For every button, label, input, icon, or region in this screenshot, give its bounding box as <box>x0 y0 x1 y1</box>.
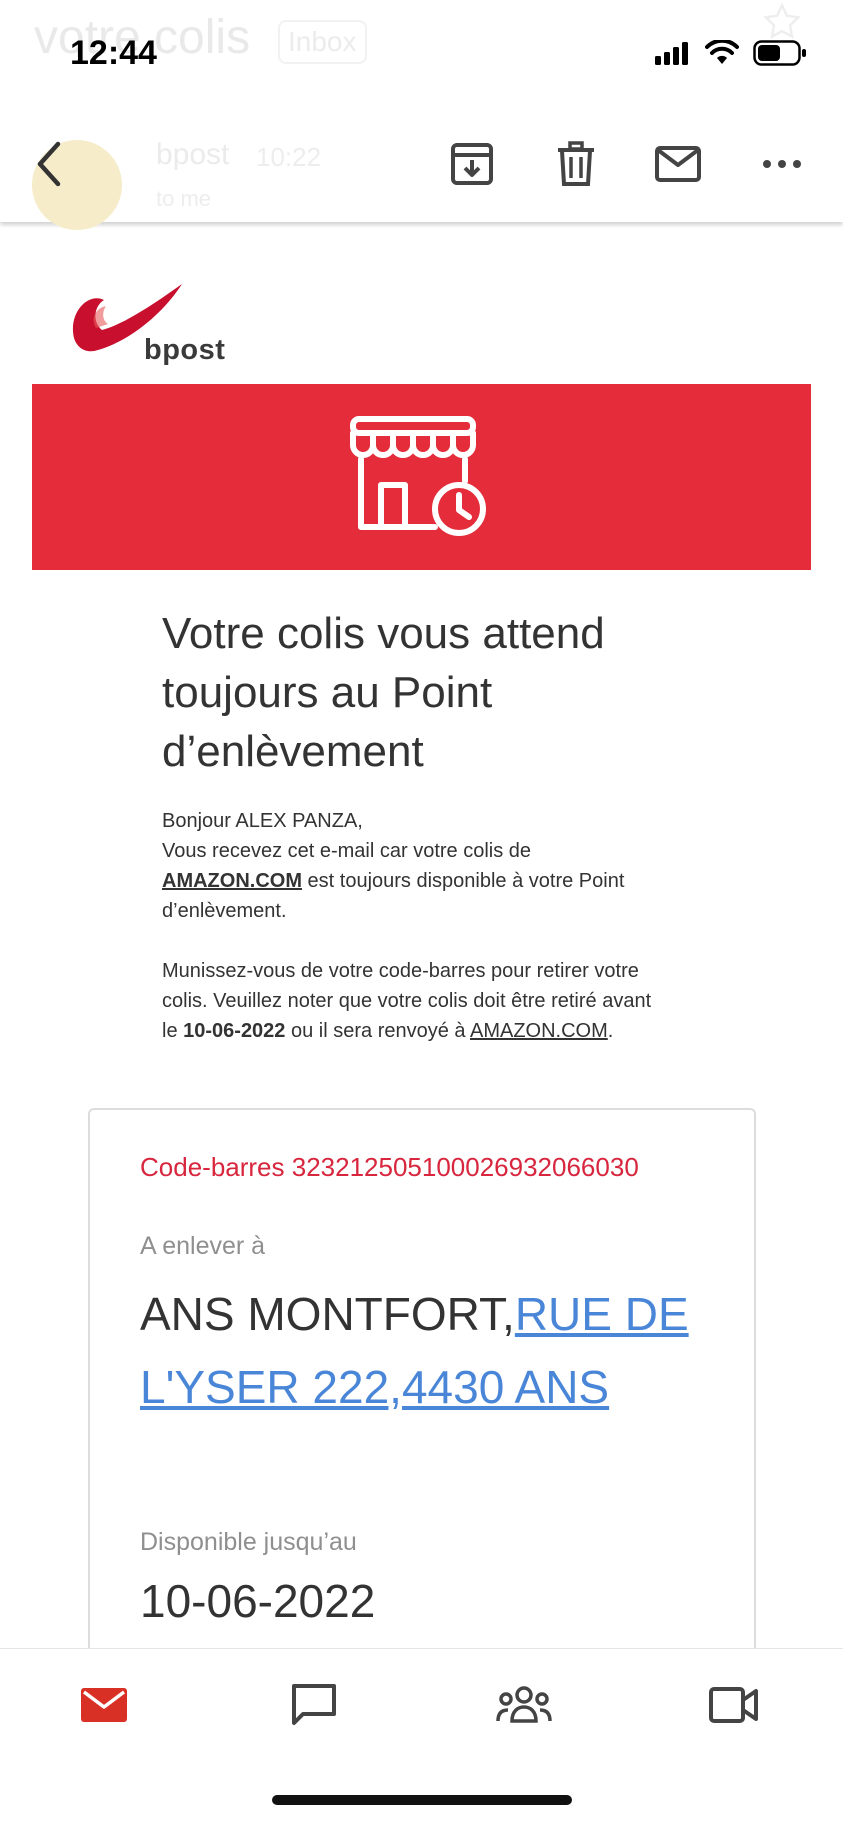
nav-mail-tab[interactable] <box>72 1677 136 1733</box>
status-bar: votre colis Inbox 12:44 <box>0 0 843 110</box>
bpost-logo-text: bpost <box>144 334 226 366</box>
paragraph-2-text-c: . <box>607 1020 614 1042</box>
pickup-point-name: ANS MONTFORT, <box>140 1288 515 1340</box>
back-button[interactable] <box>24 134 74 194</box>
paragraph-2-text-b: ou il sera renvoyé à <box>285 1020 470 1042</box>
available-until-date: 10-06-2022 <box>140 1575 376 1627</box>
status-icons <box>655 38 807 68</box>
email-headline: Votre colis vous attend toujours au Poin… <box>162 609 605 776</box>
mail-icon <box>655 146 701 182</box>
faded-recipient: to me <box>156 186 212 211</box>
email-action-bar: bpost 10:22 to me <box>0 110 843 230</box>
paragraph-2: Munissez-vous de votre code-barres pour … <box>162 956 672 1046</box>
wifi-icon <box>705 40 739 64</box>
sender-link[interactable]: AMAZON.COM <box>162 870 302 892</box>
paragraph-1-text-a: Vous recevez cet e-mail car votre colis … <box>162 840 532 862</box>
home-indicator[interactable] <box>272 1795 572 1805</box>
paragraph-1: Vous recevez cet e-mail car votre colis … <box>162 836 672 926</box>
nav-spaces-tab[interactable] <box>492 1677 556 1733</box>
more-icon <box>763 160 801 168</box>
greeting: Bonjour ALEX PANZA, <box>162 810 363 832</box>
meet-icon <box>496 1686 552 1723</box>
archive-icon <box>451 143 493 185</box>
faded-sender-name: bpost <box>156 138 230 171</box>
delete-button[interactable] <box>548 136 604 192</box>
video-icon <box>709 1687 758 1723</box>
chat-icon <box>292 1684 336 1725</box>
store-clock-icon <box>349 416 486 536</box>
available-until-label: Disponible jusqu’au <box>140 1528 357 1556</box>
return-sender-link[interactable]: AMAZON.COM <box>470 1020 608 1042</box>
archive-button[interactable] <box>444 136 500 192</box>
back-arrow-icon <box>37 141 61 187</box>
faded-inbox-label: Inbox <box>278 20 367 64</box>
nav-meet-tab[interactable] <box>702 1677 766 1733</box>
deadline-date: 10-06-2022 <box>183 1020 286 1042</box>
pickup-label: A enlever à <box>140 1232 266 1260</box>
status-time: 12:44 <box>70 34 157 72</box>
barcode-text: Code-barres 323212505100026932066030 <box>140 1152 639 1182</box>
nav-chat-tab[interactable] <box>282 1677 346 1733</box>
more-options-button[interactable] <box>754 136 810 192</box>
red-banner <box>32 384 811 570</box>
mail-icon <box>81 1688 127 1722</box>
bottom-navigation <box>0 1648 843 1825</box>
cellular-signal-icon <box>655 42 688 65</box>
pickup-address: ANS MONTFORT,RUE DE L'YSER 222,4430 ANS <box>140 1278 700 1424</box>
email-message: Bonjour ALEX PANZA, Vous recevez cet e-m… <box>162 806 672 1046</box>
trash-icon <box>558 141 594 186</box>
battery-icon <box>753 40 806 66</box>
mark-unread-button[interactable] <box>650 136 706 192</box>
faded-sent-time: 10:22 <box>256 142 322 172</box>
